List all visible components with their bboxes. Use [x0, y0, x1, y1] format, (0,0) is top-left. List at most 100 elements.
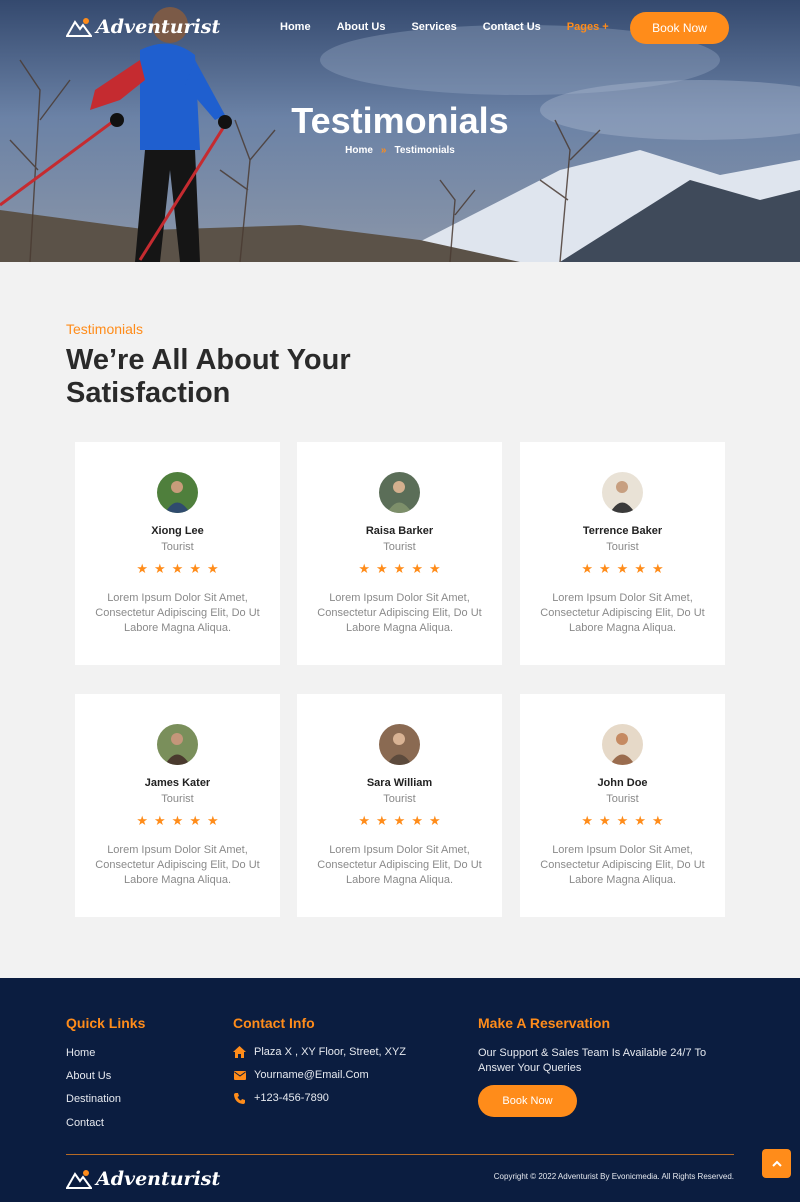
- star-icon: ★: [393, 814, 406, 829]
- book-now-button[interactable]: Book Now: [630, 12, 729, 44]
- breadcrumb: Home » Testimonials: [0, 145, 800, 156]
- rating-stars: ★ ★ ★ ★ ★: [520, 815, 725, 828]
- testimonial-text: Lorem Ipsum Dolor Sit Amet, Consectetur …: [540, 844, 705, 886]
- star-icon: ★: [154, 562, 166, 577]
- avatar: [157, 724, 198, 765]
- contact-phone[interactable]: +123-456-7890: [233, 1092, 329, 1104]
- testimonial-card: John Doe Tourist ★ ★ ★ ★ ★ Lorem Ipsum Dolor…: [520, 694, 725, 917]
- star-icon: ★: [634, 814, 646, 829]
- testimonial-text: Lorem Ipsum Dolor Sit Amet, Consectetur …: [95, 592, 260, 634]
- footer-logo[interactable]: Adventurist: [66, 1168, 220, 1190]
- nav-link-contact-us[interactable]: Contact Us: [483, 21, 541, 33]
- star-icon: ★: [171, 814, 184, 829]
- testimonial-text: Lorem Ipsum Dolor Sit Amet, Consectetur …: [540, 592, 705, 634]
- testimonial-card: James Kater Tourist ★ ★ ★ ★ ★ Lorem Ipsum Do…: [75, 694, 280, 917]
- testimonial-role: Tourist: [161, 793, 194, 805]
- star-icon: ★: [581, 814, 594, 829]
- testimonial-role: Tourist: [161, 541, 194, 553]
- mountain-logo-icon: [66, 18, 92, 37]
- contact-phone-text: +123-456-7890: [254, 1092, 329, 1104]
- star-icon: ★: [376, 562, 388, 577]
- star-icon: ★: [428, 814, 441, 829]
- hero-banner: Adventurist Home About Us Services Conta…: [0, 0, 800, 262]
- scroll-to-top-button[interactable]: [762, 1149, 791, 1178]
- testimonial-name: John Doe: [597, 777, 648, 789]
- reservation-text: Our Support & Sales Team Is Available 24…: [478, 1047, 707, 1074]
- breadcrumb-separator-icon: »: [380, 145, 387, 156]
- home-icon: [233, 1046, 246, 1058]
- section-title: We’re All About Your Satisfaction: [66, 344, 351, 409]
- star-icon: ★: [411, 814, 423, 829]
- star-icon: ★: [358, 562, 371, 577]
- nav-link-home[interactable]: Home: [280, 21, 311, 33]
- star-icon: ★: [189, 562, 201, 577]
- contact-email[interactable]: Yourname@Email.Com: [233, 1069, 369, 1081]
- breadcrumb-current: Testimonials: [394, 145, 455, 156]
- testimonial-name: Sara William: [366, 777, 433, 789]
- star-icon: ★: [634, 562, 646, 577]
- rating-stars: ★ ★ ★ ★ ★: [297, 563, 502, 576]
- testimonial-role: Tourist: [383, 541, 416, 553]
- star-icon: ★: [651, 814, 664, 829]
- testimonial-role: Tourist: [383, 793, 416, 805]
- nav-link-services[interactable]: Services: [411, 21, 456, 33]
- testimonial-role: Tourist: [606, 793, 639, 805]
- star-icon: ★: [428, 562, 441, 577]
- footer-brand-name: Adventurist: [96, 1168, 221, 1190]
- rating-stars: ★ ★ ★ ★ ★: [75, 815, 280, 828]
- testimonial-name: Raisa Barker: [365, 525, 434, 537]
- footer-link-contact[interactable]: Contact: [66, 1117, 104, 1129]
- footer-divider: [66, 1154, 734, 1155]
- avatar: [379, 724, 420, 765]
- avatar: [602, 724, 643, 765]
- footer-link-about-us[interactable]: About Us: [66, 1070, 111, 1082]
- testimonial-text: Lorem Ipsum Dolor Sit Amet, Consectetur …: [317, 844, 482, 886]
- star-icon: ★: [358, 814, 371, 829]
- testimonial-name: James Kater: [144, 777, 211, 789]
- star-icon: ★: [189, 814, 201, 829]
- footer-link-destination[interactable]: Destination: [66, 1093, 121, 1105]
- top-navbar: Adventurist Home About Us Services Conta…: [0, 0, 800, 56]
- star-icon: ★: [136, 562, 149, 577]
- testimonial-card: Sara William Tourist ★ ★ ★ ★ ★ Lorem Ipsum D…: [297, 694, 502, 917]
- footer-book-now-button[interactable]: Book Now: [478, 1085, 577, 1117]
- rating-stars: ★ ★ ★ ★ ★: [520, 563, 725, 576]
- star-icon: ★: [651, 562, 664, 577]
- nav-menu: Home About Us Services Contact Us Pages …: [280, 21, 635, 33]
- nav-link-pages[interactable]: Pages +: [567, 21, 609, 33]
- page-title: Testimonials: [291, 100, 509, 141]
- contact-address-text: Plaza X , XY Floor, Street, XYZ: [254, 1046, 407, 1058]
- contact-email-text: Yourname@Email.Com: [254, 1069, 369, 1081]
- star-icon: ★: [393, 562, 406, 577]
- star-icon: ★: [411, 562, 423, 577]
- testimonial-role: Tourist: [606, 541, 639, 553]
- star-icon: ★: [616, 562, 629, 577]
- rating-stars: ★ ★ ★ ★ ★: [75, 563, 280, 576]
- breadcrumb-home[interactable]: Home: [345, 145, 373, 156]
- chevron-up-icon: [771, 1160, 782, 1167]
- brand-logo[interactable]: Adventurist: [66, 16, 220, 38]
- star-icon: ★: [206, 814, 219, 829]
- avatar: [602, 472, 643, 513]
- envelope-icon: [233, 1070, 246, 1080]
- quick-links-heading: Quick Links: [66, 1015, 146, 1031]
- testimonial-name: Xiong Lee: [151, 525, 204, 537]
- testimonial-name: Terrence Baker: [582, 525, 663, 537]
- site-footer: Quick Links Home About Us Destination Co…: [0, 978, 800, 1202]
- contact-info-heading: Contact Info: [233, 1015, 315, 1031]
- footer-link-home[interactable]: Home: [66, 1047, 95, 1059]
- brand-name: Adventurist: [96, 16, 221, 38]
- nav-link-about-us[interactable]: About Us: [337, 21, 386, 33]
- star-icon: ★: [616, 814, 629, 829]
- star-icon: ★: [206, 562, 219, 577]
- star-icon: ★: [599, 814, 611, 829]
- copyright-text: Copyright © 2022 Adventurist By Evonicme…: [493, 1172, 734, 1181]
- star-icon: ★: [376, 814, 388, 829]
- testimonial-card: Terrence Baker Tourist ★ ★ ★ ★ ★ Lorem Ipsum…: [520, 442, 725, 665]
- reservation-heading: Make A Reservation: [478, 1015, 611, 1031]
- star-icon: ★: [171, 562, 184, 577]
- avatar: [157, 472, 198, 513]
- star-icon: ★: [599, 562, 611, 577]
- rating-stars: ★ ★ ★ ★ ★: [297, 815, 502, 828]
- star-icon: ★: [154, 814, 166, 829]
